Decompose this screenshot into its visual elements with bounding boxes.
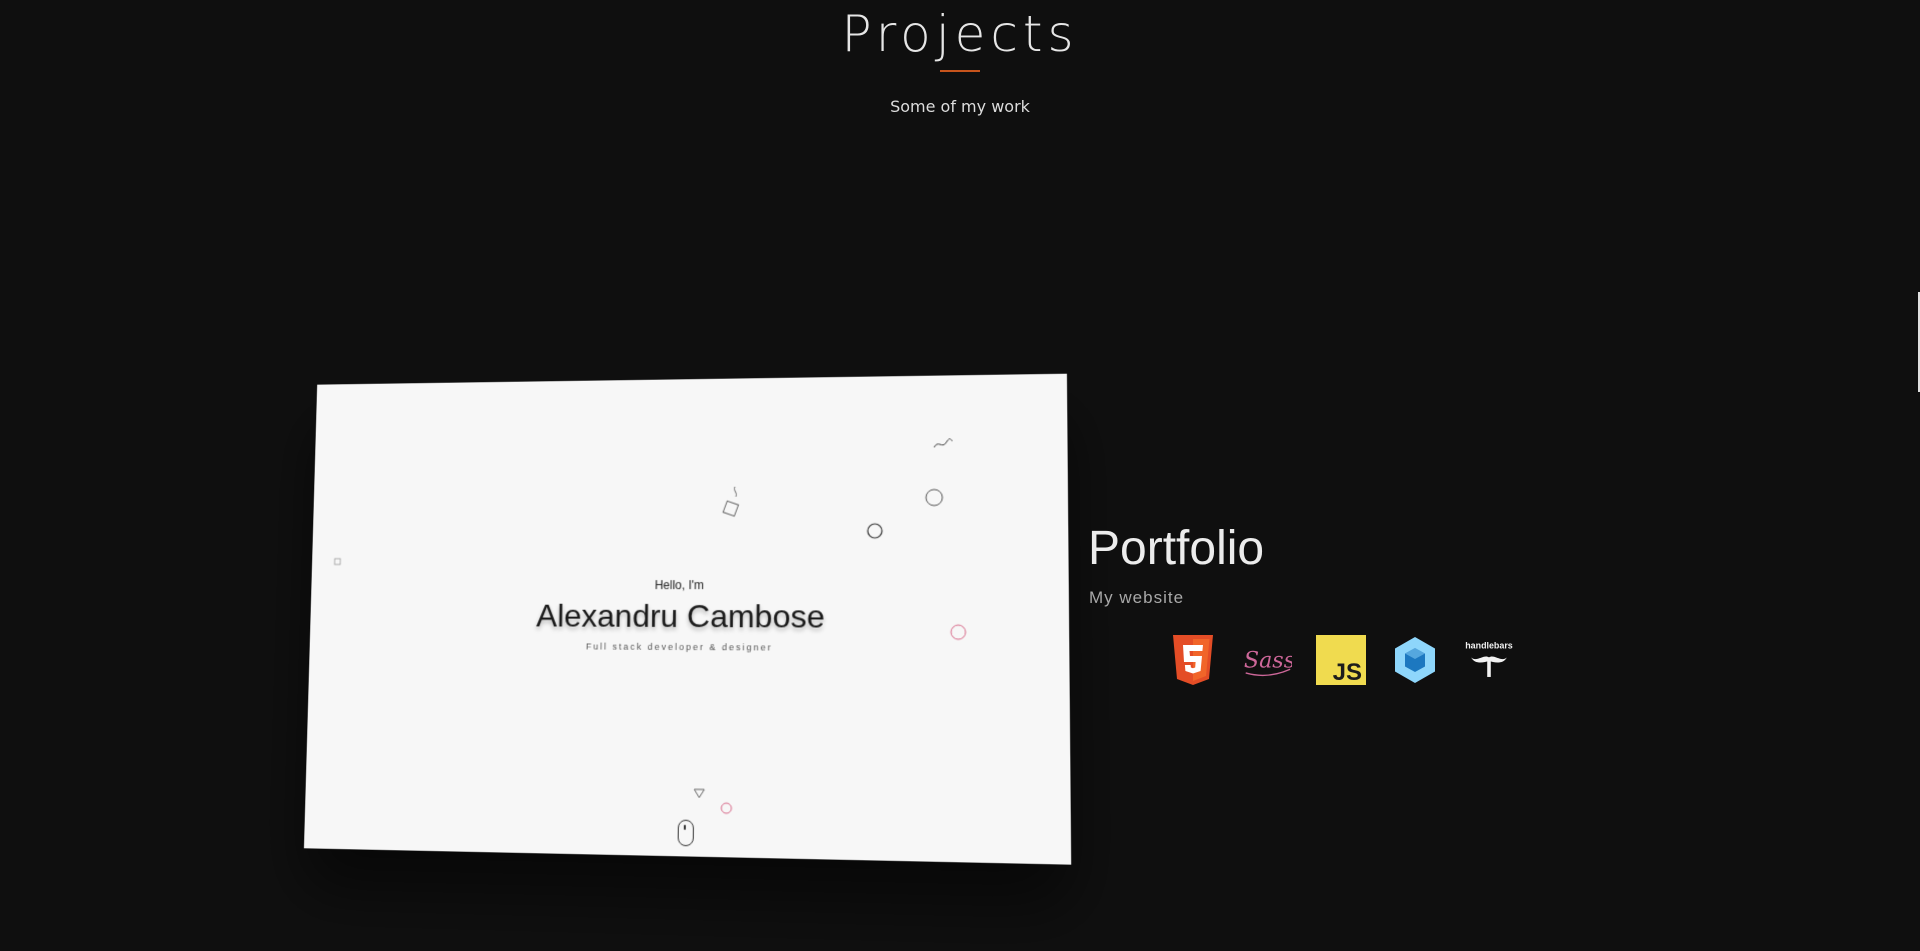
circle-shape-small-pink <box>720 802 732 814</box>
project-description: My website <box>1089 588 1185 607</box>
small-square-shape <box>333 557 343 567</box>
sass-icon: Sass <box>1242 635 1292 685</box>
preview-greeting: Hello, I'm <box>654 578 705 593</box>
circle-shape-dark <box>866 522 884 540</box>
scroll-mouse-icon <box>677 819 694 847</box>
project-name: Portfolio <box>1088 522 1265 575</box>
section-title: Projects <box>841 5 1079 63</box>
squiggle-shape <box>933 437 954 451</box>
handlebars-icon: handlebars <box>1464 635 1514 685</box>
svg-text:JS: JS <box>1333 659 1362 685</box>
svg-text:Sass: Sass <box>1244 647 1292 673</box>
project-preview-container: Hello, I'm Alexandru Cambose Full stack … <box>298 373 1072 865</box>
square-shape <box>719 485 749 521</box>
title-underline <box>940 70 980 72</box>
preview-name: Alexandru Cambose <box>536 597 825 635</box>
circle-shape <box>924 487 945 507</box>
html5-icon <box>1168 635 1218 685</box>
javascript-icon: JS <box>1316 635 1366 685</box>
triangle-shape <box>692 787 706 799</box>
tech-stack-list: Sass JS handlebars <box>1168 635 1514 685</box>
webpack-icon <box>1390 635 1440 685</box>
preview-role: Full stack developer & designer <box>585 641 773 653</box>
section-subtitle: Some of my work <box>890 97 1030 116</box>
project-preview-image[interactable]: Hello, I'm Alexandru Cambose Full stack … <box>303 373 1072 865</box>
svg-text:handlebars: handlebars <box>1465 640 1513 650</box>
projects-section: Projects Some of my work Hello, I'm Alex… <box>0 0 1920 951</box>
